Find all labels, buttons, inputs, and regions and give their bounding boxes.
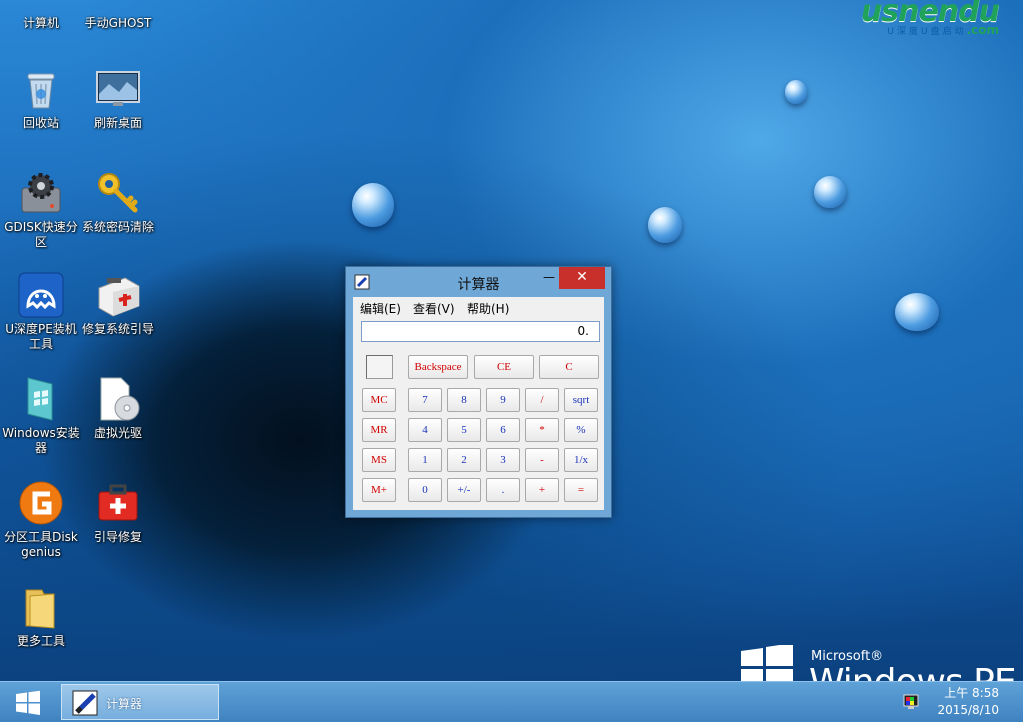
memory-clear-button[interactable]: MC <box>362 388 396 412</box>
desktop-icon-virtual-drive[interactable]: 虚拟光驱 <box>78 376 158 441</box>
memory-recall-button[interactable]: MR <box>362 418 396 442</box>
menu-help[interactable]: 帮助(H) <box>467 300 509 317</box>
recycle-bin-icon <box>18 66 64 112</box>
add-button[interactable]: + <box>525 478 559 502</box>
udeep-logo-icon <box>18 272 64 318</box>
water-drop <box>648 207 682 243</box>
first-aid-kit-icon <box>95 272 141 318</box>
desktop-icon-label: GDISK快速分区 <box>4 220 78 249</box>
system-clock[interactable]: 上午 8:58 2015/8/10 <box>937 685 999 719</box>
memory-add-button[interactable]: M+ <box>362 478 396 502</box>
water-drop <box>785 80 807 104</box>
calculator-display: 0. <box>361 321 600 342</box>
desktop-icon-more-tools[interactable]: 更多工具 <box>1 584 81 649</box>
water-drop <box>895 293 939 331</box>
desktop-icon-boot-repair[interactable]: 引导修复 <box>78 480 158 545</box>
taskbar-item-label: 计算器 <box>106 697 143 711</box>
folder-icon <box>18 584 64 630</box>
backspace-button[interactable]: Backspace <box>408 355 468 379</box>
toolbox-icon <box>95 480 141 526</box>
close-button[interactable]: ✕ <box>559 267 605 289</box>
menu-edit[interactable]: 编辑(E) <box>360 300 401 317</box>
desktop-icon-password-clear[interactable]: 系统密码清除 <box>78 170 158 235</box>
desktop-icon-label: 更多工具 <box>16 634 65 648</box>
monitor-icon <box>95 66 141 112</box>
gear-icon <box>18 170 64 216</box>
desktop-icon-ghost[interactable]: 手动GHOST <box>78 0 158 31</box>
percent-button[interactable]: % <box>564 418 598 442</box>
digit-0-button[interactable]: 0 <box>408 478 442 502</box>
digit-1-button[interactable]: 1 <box>408 448 442 472</box>
desktop-icon-gdisk[interactable]: GDISK快速分区 <box>1 170 81 250</box>
calculator-client: 编辑(E) 查看(V) 帮助(H) 0. Backspace CE C MC 7… <box>353 297 604 510</box>
multiply-button[interactable]: * <box>525 418 559 442</box>
digit-4-button[interactable]: 4 <box>408 418 442 442</box>
negate-button[interactable]: +/- <box>447 478 481 502</box>
cd-drive-icon <box>95 376 141 422</box>
desktop-icon-label: 刷新桌面 <box>93 116 142 130</box>
desktop-icon-recycle-bin[interactable]: 回收站 <box>1 66 81 131</box>
start-button[interactable] <box>8 688 48 718</box>
calculator-icon <box>70 688 100 718</box>
desktop-icon-label: 系统密码清除 <box>81 220 154 234</box>
digit-2-button[interactable]: 2 <box>447 448 481 472</box>
desktop-icon-label: 分区工具Diskgenius <box>4 530 78 559</box>
clock-time: 上午 8:58 <box>944 686 999 700</box>
clear-entry-button[interactable]: CE <box>474 355 534 379</box>
calculator-window[interactable]: 计算器 — ✕ 编辑(E) 查看(V) 帮助(H) 0. Backspace C… <box>345 266 612 518</box>
memory-indicator <box>366 355 393 379</box>
digit-6-button[interactable]: 6 <box>486 418 520 442</box>
title-bar[interactable]: 计算器 — ✕ <box>346 267 611 297</box>
decimal-button[interactable]: . <box>486 478 520 502</box>
desktop-icon-label: 计算机 <box>22 16 59 30</box>
digit-9-button[interactable]: 9 <box>486 388 520 412</box>
desktop-icon-label: Windows安装器 <box>2 426 80 455</box>
taskbar: 计算器 上午 8:58 2015/8/10 <box>0 681 1023 722</box>
desktop-icon-computer[interactable]: 计算机 <box>1 0 81 31</box>
desktop-icon-label: 修复系统引导 <box>81 322 154 336</box>
equals-button[interactable]: = <box>564 478 598 502</box>
water-drop <box>352 183 394 227</box>
reciprocal-button[interactable]: 1/x <box>564 448 598 472</box>
desktop-icon-label: U深度PE装机工具 <box>5 322 77 351</box>
divide-button[interactable]: / <box>525 388 559 412</box>
brand-logo: usnendu U深度U盘启动.com <box>861 0 1000 37</box>
windows-start-icon <box>16 690 40 715</box>
sqrt-button[interactable]: sqrt <box>564 388 598 412</box>
desktop-icon-pe-installer[interactable]: U深度PE装机工具 <box>1 272 81 352</box>
memory-store-button[interactable]: MS <box>362 448 396 472</box>
clock-date: 2015/8/10 <box>937 703 999 717</box>
taskbar-item-calculator[interactable]: 计算器 <box>61 684 219 720</box>
desktop-icon-label: 虚拟光驱 <box>93 426 142 440</box>
digit-8-button[interactable]: 8 <box>447 388 481 412</box>
water-drop <box>814 176 846 208</box>
digit-7-button[interactable]: 7 <box>408 388 442 412</box>
desktop-icon-label: 引导修复 <box>93 530 142 544</box>
desktop-icon-refresh-desktop[interactable]: 刷新桌面 <box>78 66 158 131</box>
computer-icon <box>18 0 64 12</box>
windows-installer-icon <box>18 376 64 422</box>
diskgenius-icon <box>18 480 64 526</box>
desktop-icon-windows-installer[interactable]: Windows安装器 <box>1 376 81 456</box>
desktop-icon-diskgenius[interactable]: 分区工具Diskgenius <box>1 480 81 560</box>
desktop-icon-label: 手动GHOST <box>84 16 152 30</box>
digit-5-button[interactable]: 5 <box>447 418 481 442</box>
desktop-icon-label: 回收站 <box>22 116 59 130</box>
key-icon <box>95 170 141 216</box>
desktop-icon-repair-boot[interactable]: 修复系统引导 <box>78 272 158 337</box>
subtract-button[interactable]: - <box>525 448 559 472</box>
display-settings-icon[interactable] <box>903 694 919 710</box>
clear-button[interactable]: C <box>539 355 599 379</box>
menu-view[interactable]: 查看(V) <box>413 300 455 317</box>
digit-3-button[interactable]: 3 <box>486 448 520 472</box>
ghost-icon <box>95 0 141 12</box>
